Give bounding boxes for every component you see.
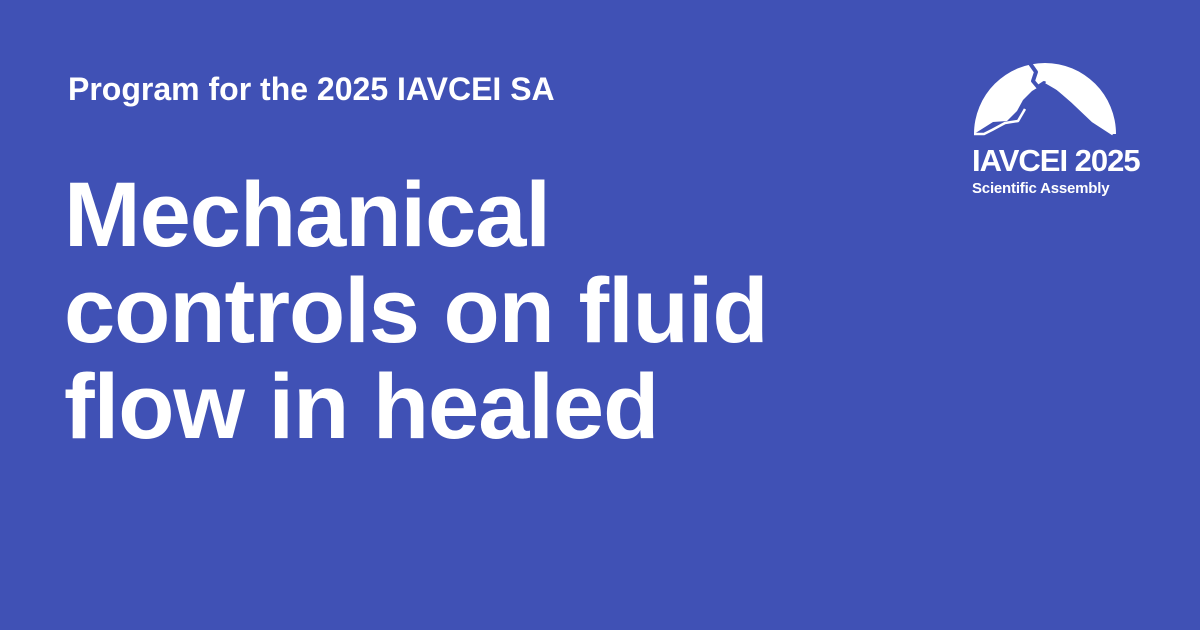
title-line-2: controls on fluid bbox=[64, 260, 769, 362]
logo-subtitle: Scientific Assembly bbox=[972, 180, 1110, 197]
title-line-1: Mechanical bbox=[64, 164, 551, 266]
title-line-3: flow in healed bbox=[64, 356, 659, 458]
conference-logo: IAVCEI 2025 Scientific Assembly bbox=[968, 56, 1141, 206]
volcano-mountain-icon bbox=[974, 60, 1116, 136]
social-card: Program for the 2025 IAVCEI SA Mechanica… bbox=[0, 0, 1200, 630]
logo-title: IAVCEI 2025 bbox=[972, 143, 1141, 178]
page-title: Mechanical controls on fluid flow in hea… bbox=[64, 167, 824, 455]
page-subtitle: Program for the 2025 IAVCEI SA bbox=[68, 71, 555, 107]
